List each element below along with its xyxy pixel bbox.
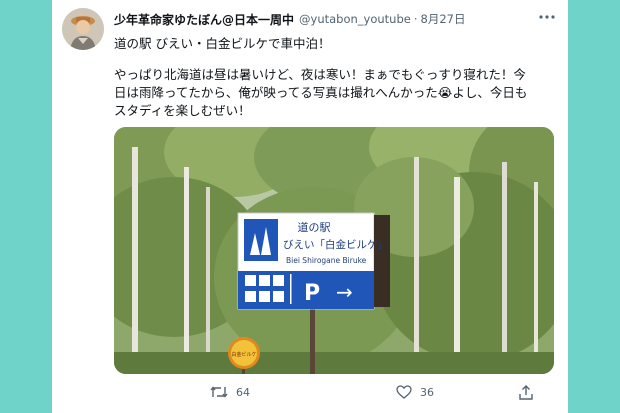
more-icon[interactable] (536, 8, 558, 26)
retweet-icon (210, 386, 228, 398)
share-button[interactable] (518, 385, 534, 401)
sign-arrow: → (336, 280, 353, 304)
avatar[interactable] (62, 8, 104, 50)
sign-title: 道の駅 (298, 220, 331, 234)
tweet-card: 少年革命家ゆたぼん@日本一周中 @yutabon_youtube · 8月27日… (52, 0, 568, 413)
tweet-text-line1: 道の駅 びえい・白金ビルケで車中泊！ (114, 36, 331, 51)
tweet-header: 少年革命家ゆたぼん@日本一周中 @yutabon_youtube · 8月27日 (114, 10, 532, 28)
tweet-body-line: やっぱり北海道は昼は暑いけど、夜は寒い！まぁでもぐっすり寝れた！今 (114, 67, 526, 82)
like-count: 36 (420, 385, 434, 399)
tweet-body-line: スタディを楽しむぜい！ (114, 103, 251, 118)
tweet-text-body: やっぱり北海道は昼は暑いけど、夜は寒い！まぁでもぐっすり寝れた！今 日は雨降って… (114, 66, 554, 120)
user-handle[interactable]: @yutabon_youtube (299, 12, 411, 26)
like-button[interactable]: 36 (396, 385, 434, 399)
sign-name: びえい「白金ビルケ」 (283, 238, 388, 251)
small-sign-text: 白金ビルケ (231, 351, 256, 358)
like-icon (396, 385, 412, 399)
tweet-photo[interactable]: 道の駅 びえい「白金ビルケ」 Biei Shirogane Biruke P →… (114, 127, 554, 374)
retweet-button[interactable]: 64 (210, 385, 250, 399)
retweet-count: 64 (236, 385, 250, 399)
share-icon (519, 385, 533, 400)
separator: · (413, 12, 418, 26)
sign-romaji: Biei Shirogane Biruke (286, 256, 367, 265)
sign-parking: P (304, 281, 320, 306)
tweet-actions: 64 36 (114, 381, 554, 409)
display-name[interactable]: 少年革命家ゆたぼん@日本一周中 (114, 11, 294, 28)
tweet-date[interactable]: 8月27日 (421, 11, 466, 27)
tweet-body-line: 日は雨降ってたから、俺が映ってる写真は撮れへんかった😭よし、今日も (114, 85, 528, 100)
